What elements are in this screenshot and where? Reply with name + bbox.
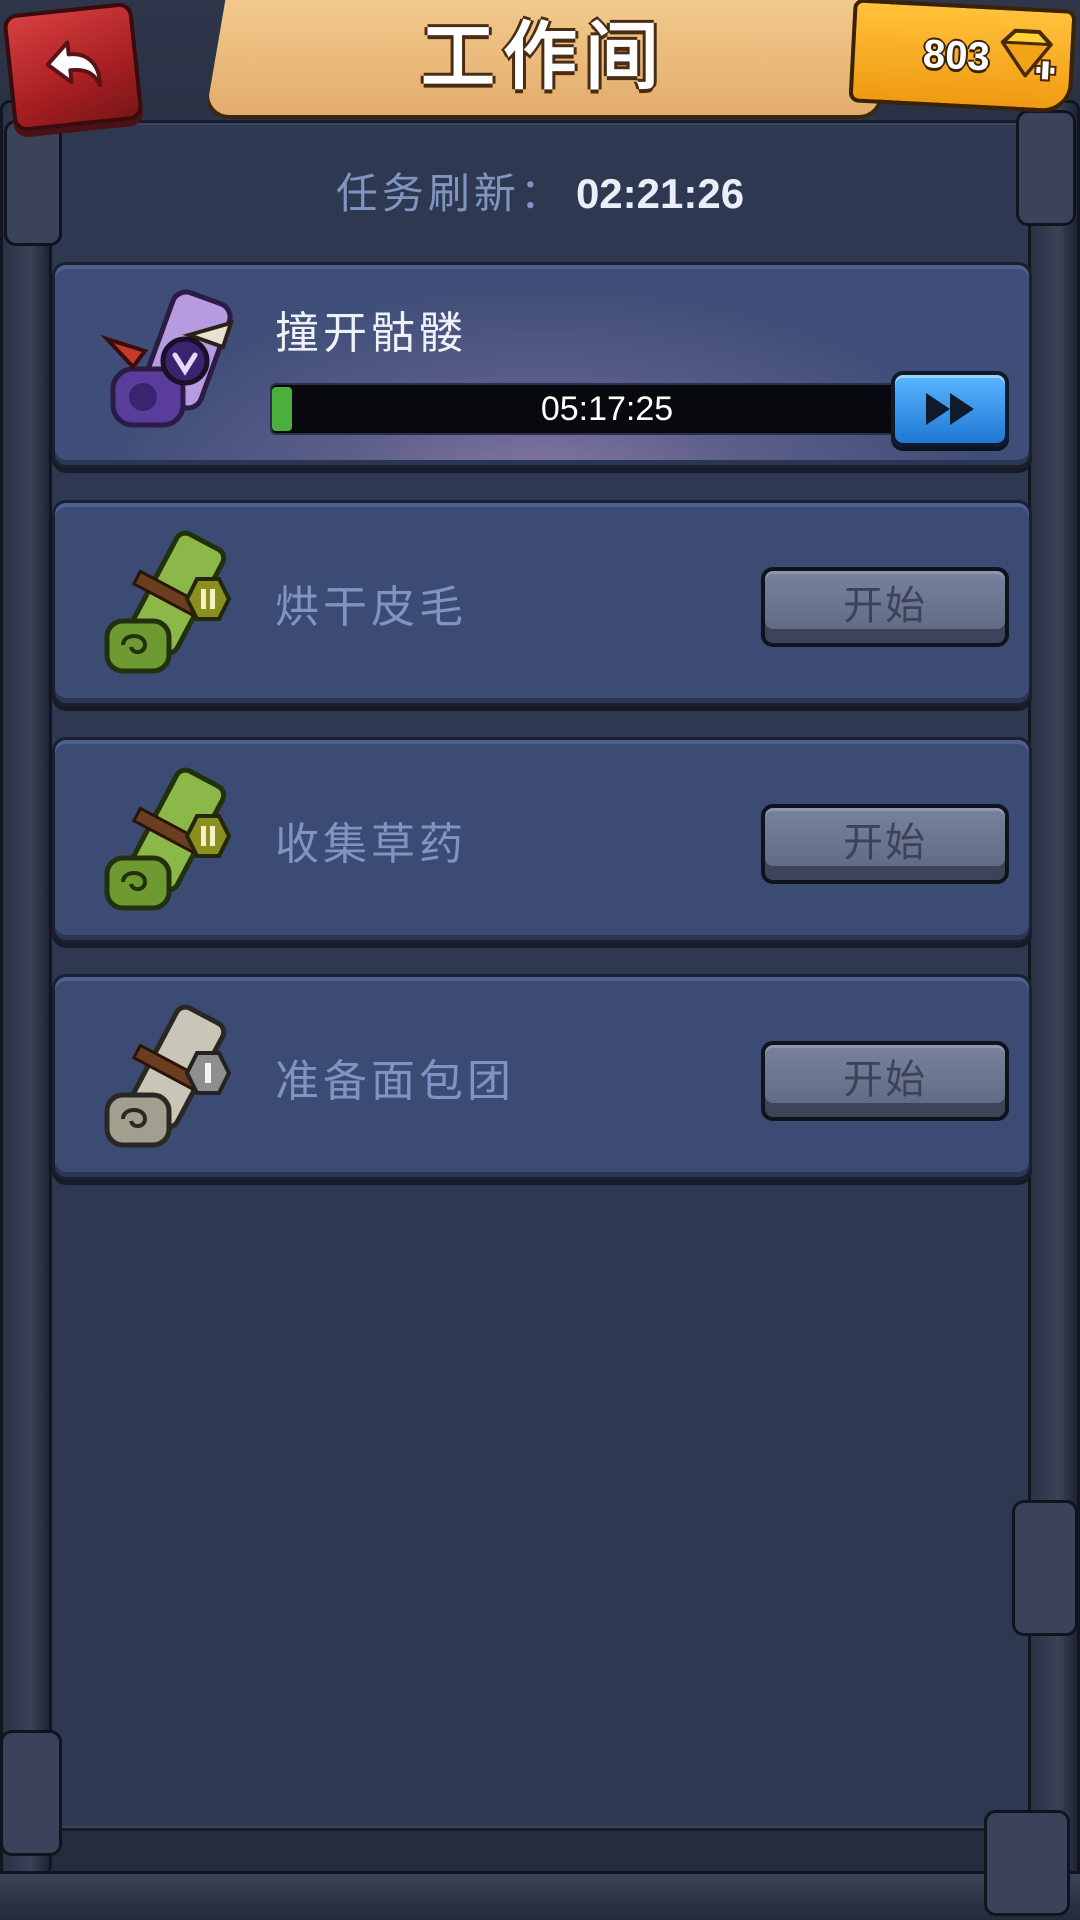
green-scroll-tier-2-icon [104, 530, 232, 674]
rock-decoration [984, 1810, 1070, 1916]
start-button-label: 开始 [843, 1057, 927, 1103]
title-banner: 工作间 [205, 0, 883, 119]
refresh-label: 任务刷新： [335, 169, 566, 218]
gem-count: 803 [921, 31, 991, 79]
gem-counter[interactable]: 803 [848, 0, 1077, 114]
start-button[interactable]: 开始 [761, 804, 1009, 884]
task-card: 收集草药 开始 [52, 737, 1032, 943]
task-title: 准备面包团 [275, 1056, 515, 1107]
speed-up-button[interactable] [891, 371, 1009, 447]
start-button-label: 开始 [843, 583, 927, 629]
back-button[interactable] [2, 1, 144, 133]
rock-decoration [0, 1730, 62, 1856]
task-timer: 05:17:25 [540, 389, 674, 428]
grey-scroll-tier-1-icon [104, 1004, 232, 1148]
back-arrow-icon [45, 40, 103, 88]
rock-decoration [1012, 1500, 1078, 1636]
task-card: 准备面包团 开始 [52, 974, 1032, 1180]
left-rock-border [0, 100, 52, 1886]
task-title: 烘干皮毛 [275, 582, 467, 633]
task-card: 烘干皮毛 开始 [52, 500, 1032, 706]
task-title: 收集草药 [275, 819, 467, 870]
page-title: 工作间 [421, 14, 667, 100]
task-card: 撞开骷髅 05:17:25 [52, 262, 1032, 468]
bottom-rock-border [0, 1871, 1080, 1920]
task-title: 撞开骷髅 [275, 308, 467, 359]
green-scroll-tier-2-icon [104, 767, 232, 911]
fast-forward-icon [926, 393, 974, 425]
start-button[interactable]: 开始 [761, 567, 1009, 647]
refresh-timer: 任务刷新： 02:21:26 [0, 160, 1080, 221]
purple-skull-scroll-icon [100, 289, 235, 428]
start-button[interactable]: 开始 [761, 1041, 1009, 1121]
refresh-time: 02:21:26 [575, 170, 745, 217]
gem-plus-icon [1000, 28, 1057, 82]
start-button-label: 开始 [843, 820, 927, 866]
task-progress-bar: 05:17:25 [270, 383, 944, 435]
